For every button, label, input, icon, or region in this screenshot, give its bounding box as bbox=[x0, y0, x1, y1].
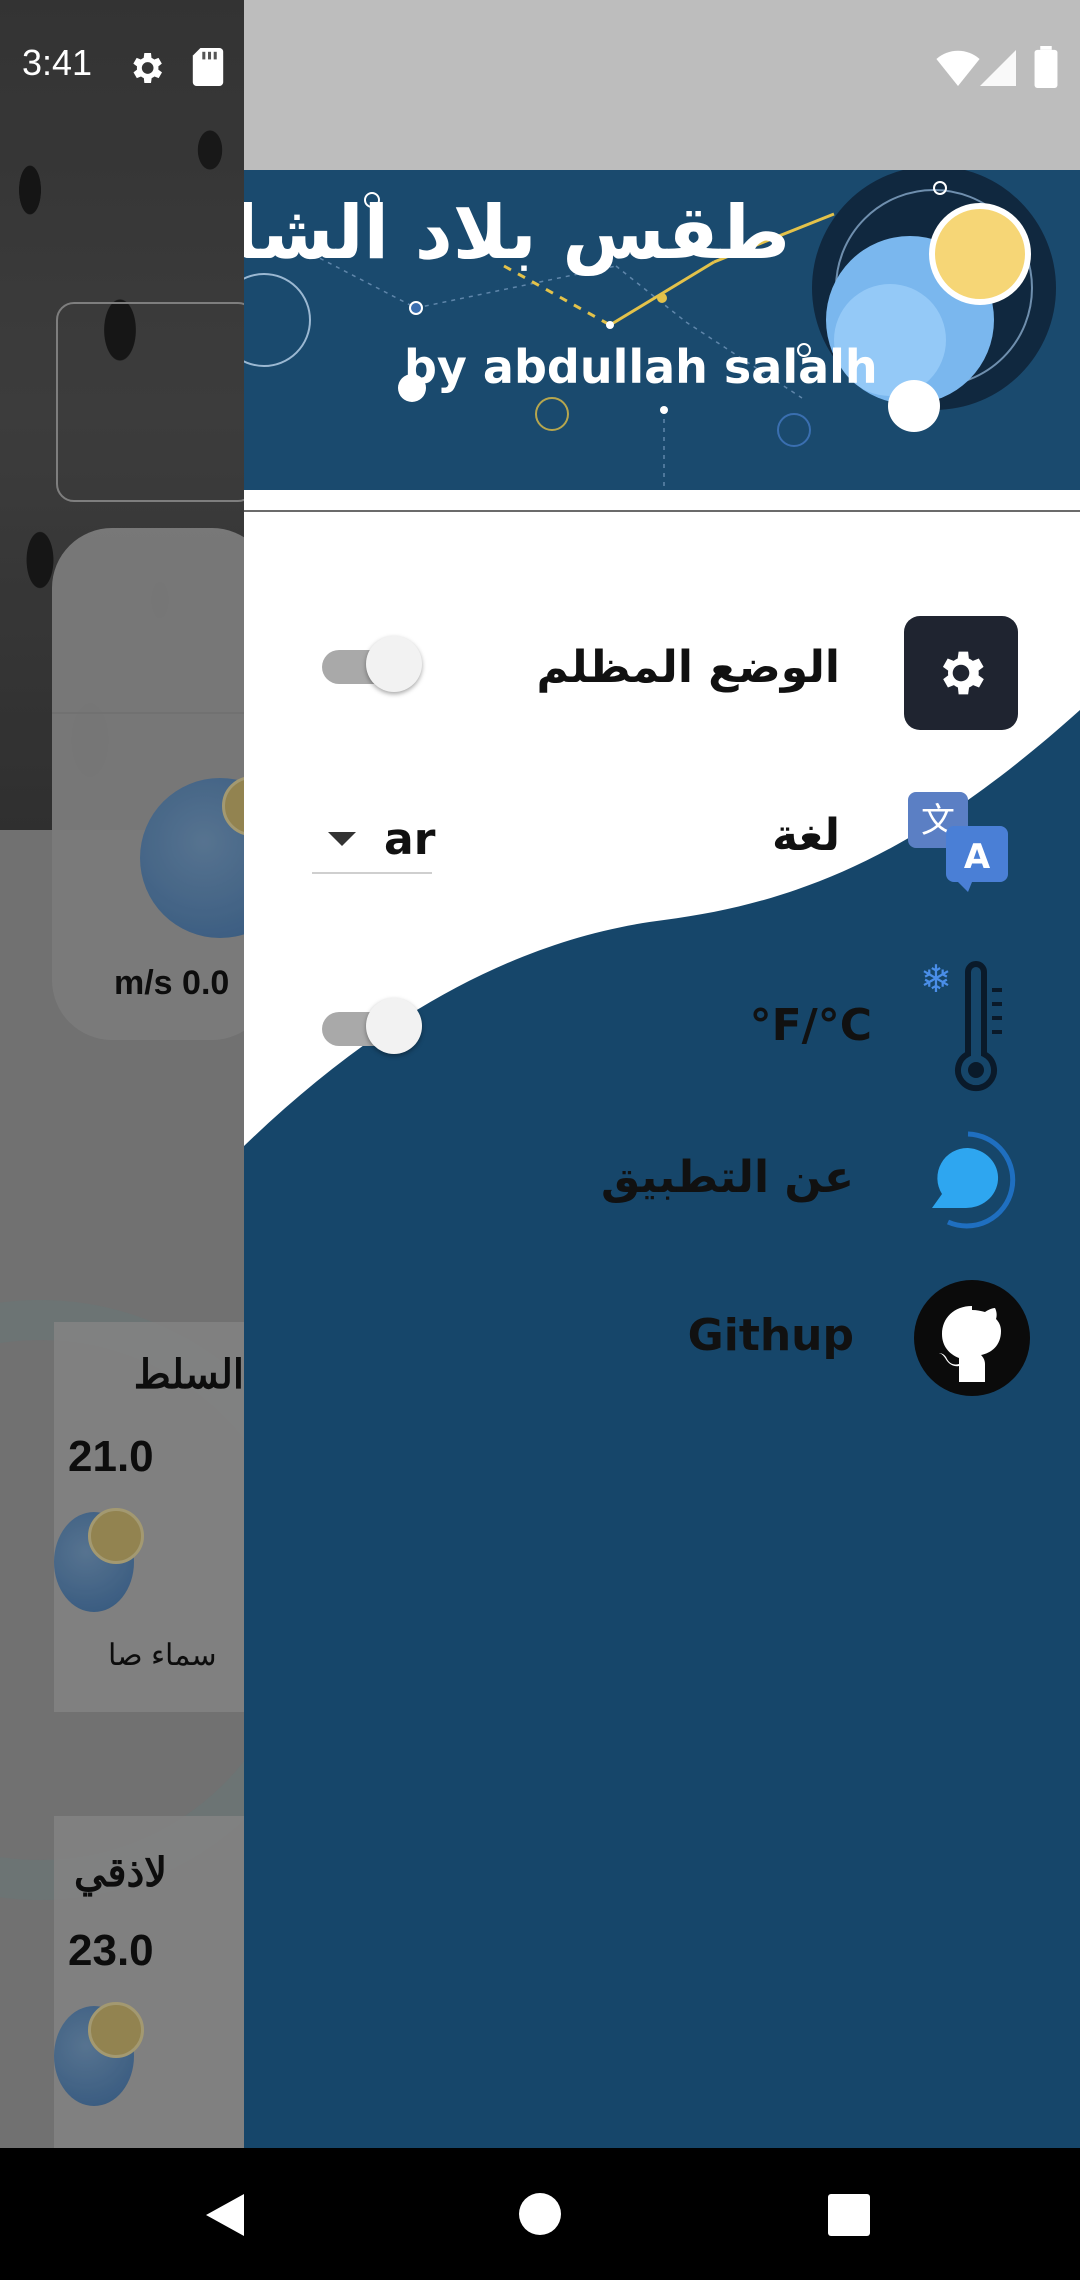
wifi-icon bbox=[936, 50, 980, 86]
header-divider bbox=[244, 510, 1080, 512]
menu-item-dark-mode[interactable]: الوضع المظلم bbox=[244, 590, 1080, 740]
back-icon[interactable] bbox=[202, 2190, 248, 2240]
system-nav-bar bbox=[0, 2148, 1080, 2280]
language-value: ar bbox=[384, 814, 436, 865]
menu-item-label: لغة bbox=[771, 810, 840, 861]
dark-mode-toggle[interactable] bbox=[322, 632, 422, 692]
settings-icon bbox=[133, 53, 162, 83]
menu-item-label: Githup bbox=[687, 1310, 854, 1361]
temperature-unit-toggle[interactable] bbox=[322, 994, 422, 1054]
svg-text:❄: ❄ bbox=[920, 957, 952, 1001]
menu-item-label: عن التطبيق bbox=[601, 1152, 854, 1203]
translate-icon: 文 A bbox=[908, 792, 1008, 892]
app-title: طقس بلاد الشام bbox=[244, 190, 790, 276]
app-author: by abdullah salalh bbox=[404, 340, 878, 394]
menu-item-label: الوضع المظلم bbox=[536, 642, 840, 693]
github-icon bbox=[914, 1280, 1030, 1396]
thermometer-icon: ❄ bbox=[920, 957, 1002, 1092]
svg-text:A: A bbox=[964, 837, 991, 877]
recents-icon[interactable] bbox=[828, 2194, 870, 2236]
language-dropdown[interactable]: ar bbox=[312, 810, 436, 874]
dropdown-arrow-icon bbox=[328, 832, 356, 846]
navigation-drawer: طقس بلاد الشام by abdullah salalh الوضع … bbox=[244, 170, 1080, 2148]
battery-icon bbox=[1034, 46, 1058, 88]
home-icon[interactable] bbox=[518, 2192, 562, 2236]
status-time: 3:41 bbox=[22, 42, 93, 83]
settings-gear-icon bbox=[904, 616, 1018, 730]
background-app: m/s 0.0 السلط 21.0 سماء صا لاذقي 23.0 bbox=[0, 0, 244, 2148]
menu-item-label: °F/°C bbox=[749, 1000, 872, 1051]
sd-card-icon bbox=[192, 48, 224, 86]
signal-icon bbox=[980, 50, 1016, 86]
chat-bubble-icon bbox=[932, 1131, 1016, 1229]
drawer-scrim[interactable] bbox=[0, 0, 244, 2148]
drawer-header: طقس بلاد الشام by abdullah salalh bbox=[244, 170, 1080, 490]
status-bar: 3:41 bbox=[0, 0, 1080, 170]
